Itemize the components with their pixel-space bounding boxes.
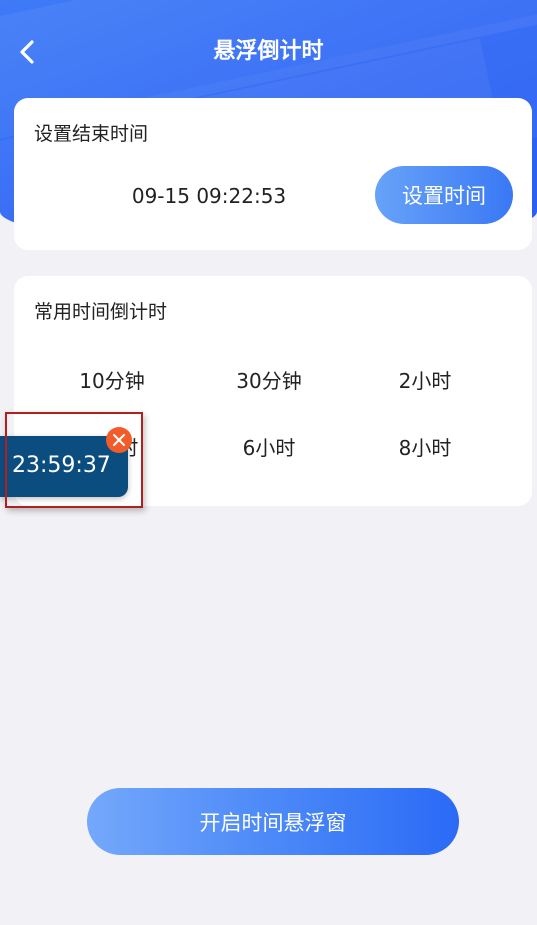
preset-8-hours[interactable]: 8小时 — [345, 434, 505, 462]
preset-30-minutes[interactable]: 30分钟 — [189, 367, 349, 395]
preset-10-minutes[interactable]: 10分钟 — [32, 367, 192, 395]
top-bar: 悬浮倒计时 — [0, 22, 537, 82]
end-time-card: 设置结束时间 09-15 09:22:53 设置时间 — [14, 98, 532, 250]
set-time-button[interactable]: 设置时间 — [375, 166, 513, 224]
floating-countdown-time: 23:59:37 — [12, 453, 111, 478]
preset-6-hours[interactable]: 6小时 — [189, 434, 349, 462]
close-icon[interactable] — [106, 427, 132, 453]
common-countdown-card-title: 常用时间倒计时 — [34, 301, 168, 323]
page-title: 悬浮倒计时 — [213, 39, 324, 64]
preset-2-hours[interactable]: 2小时 — [345, 367, 505, 395]
end-time-card-title: 设置结束时间 — [34, 123, 149, 145]
end-time-value: 09-15 09:22:53 — [131, 184, 287, 208]
start-floating-window-button[interactable]: 开启时间悬浮窗 — [87, 788, 459, 855]
